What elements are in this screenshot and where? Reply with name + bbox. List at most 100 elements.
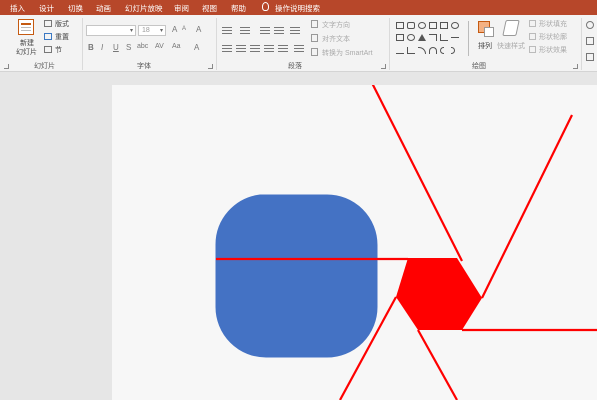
drawing-launcher-icon[interactable] bbox=[573, 64, 578, 69]
reset-icon bbox=[44, 33, 52, 40]
select-icon[interactable] bbox=[586, 53, 594, 61]
circle-shape-icon[interactable] bbox=[451, 22, 459, 29]
layout-button[interactable]: 版式 bbox=[55, 19, 69, 29]
tab-help[interactable]: 帮助 bbox=[231, 3, 246, 14]
paragraph-group-label: 段落 bbox=[288, 63, 302, 70]
rect2-shape-icon[interactable] bbox=[440, 22, 448, 29]
ellipse-shape-icon[interactable] bbox=[407, 34, 415, 41]
justify-icon[interactable] bbox=[264, 45, 274, 53]
align-right-icon[interactable] bbox=[250, 45, 260, 53]
connector-icon[interactable] bbox=[440, 34, 448, 41]
underline-button[interactable]: U bbox=[113, 43, 119, 52]
align-center-icon[interactable] bbox=[236, 45, 246, 53]
rounded-rectangle-shape[interactable] bbox=[215, 194, 378, 358]
textbox-shape-icon[interactable] bbox=[396, 22, 404, 29]
slides-launcher-icon[interactable] bbox=[4, 64, 9, 69]
section-icon bbox=[44, 46, 52, 53]
strikethrough-button[interactable]: S bbox=[126, 43, 131, 52]
arrow2-shape-icon[interactable] bbox=[407, 47, 415, 54]
rounded-rect-shape-icon[interactable] bbox=[407, 22, 415, 29]
red-line[interactable] bbox=[370, 85, 463, 262]
shape-effects-button[interactable]: 形状效果 bbox=[539, 45, 567, 55]
chevron-down-icon: ▾ bbox=[159, 28, 163, 34]
group-separator bbox=[389, 18, 390, 70]
brace2-shape-icon[interactable] bbox=[451, 47, 455, 54]
tab-insert[interactable]: 插入 bbox=[10, 3, 25, 14]
drawing-group-label: 绘图 bbox=[472, 63, 486, 70]
shape-outline-button[interactable]: 形状轮廓 bbox=[539, 32, 567, 42]
tab-animations[interactable]: 动画 bbox=[96, 3, 111, 14]
text-direction-button[interactable]: 文字方向 bbox=[322, 20, 350, 30]
find-icon[interactable] bbox=[586, 21, 594, 29]
quick-styles-button[interactable]: 快速样式 bbox=[497, 41, 525, 51]
bold-button[interactable]: B bbox=[88, 43, 94, 52]
line-shape-icon[interactable] bbox=[451, 37, 459, 38]
slide[interactable] bbox=[112, 85, 597, 400]
reset-button[interactable]: 重置 bbox=[55, 32, 69, 42]
brace-shape-icon[interactable] bbox=[440, 47, 444, 54]
distributed-icon[interactable] bbox=[278, 45, 288, 53]
curve-shape-icon[interactable] bbox=[429, 47, 437, 54]
decrease-indent-icon[interactable] bbox=[260, 27, 270, 35]
align-text-icon bbox=[311, 34, 318, 42]
effects-icon bbox=[529, 46, 536, 53]
clear-format-button[interactable]: A bbox=[196, 25, 201, 34]
font-name-combo[interactable]: ▾ bbox=[86, 25, 136, 36]
italic-button[interactable]: I bbox=[101, 43, 103, 52]
font-launcher-icon[interactable] bbox=[208, 64, 213, 69]
editing-canvas bbox=[0, 73, 597, 400]
pencil-icon bbox=[529, 33, 536, 40]
char-spacing-button[interactable]: AV bbox=[155, 43, 164, 50]
line-spacing-icon[interactable] bbox=[290, 27, 300, 35]
arrow-shape-icon[interactable] bbox=[396, 47, 404, 54]
smartart-icon bbox=[311, 48, 318, 56]
group-separator bbox=[82, 18, 83, 70]
arc-shape-icon[interactable] bbox=[418, 47, 426, 54]
change-case-button[interactable]: Aa bbox=[172, 43, 181, 50]
shapes-gallery[interactable] bbox=[394, 20, 466, 60]
gallery-scroll[interactable] bbox=[468, 21, 473, 56]
arrange-button[interactable]: 排列 bbox=[478, 41, 492, 51]
elbow-connector-icon[interactable] bbox=[429, 34, 437, 41]
tab-view[interactable]: 视图 bbox=[202, 3, 217, 14]
red-line[interactable] bbox=[481, 114, 573, 299]
replace-icon[interactable] bbox=[586, 37, 594, 45]
bullets-icon[interactable] bbox=[222, 27, 232, 35]
font-color-button[interactable]: A bbox=[194, 43, 199, 52]
paint-bucket-icon bbox=[529, 20, 536, 27]
columns-icon[interactable] bbox=[294, 45, 304, 53]
align-text-button[interactable]: 对齐文本 bbox=[322, 34, 350, 44]
grow-font-button[interactable]: A bbox=[172, 25, 177, 34]
new-slide-icon[interactable] bbox=[18, 19, 34, 35]
new-slide-label-2[interactable]: 幻灯片 bbox=[16, 47, 37, 57]
rect-shape-icon[interactable] bbox=[429, 22, 437, 29]
triangle-shape-icon[interactable] bbox=[418, 34, 426, 41]
tab-review[interactable]: 审阅 bbox=[174, 3, 189, 14]
red-line[interactable] bbox=[417, 329, 458, 400]
align-left-icon[interactable] bbox=[222, 45, 232, 53]
group-separator bbox=[581, 18, 582, 70]
tab-slideshow[interactable]: 幻灯片放映 bbox=[125, 3, 163, 14]
section-button[interactable]: 节 bbox=[55, 45, 62, 55]
numbering-icon[interactable] bbox=[240, 27, 250, 35]
text-direction-icon bbox=[311, 20, 318, 28]
layout-icon bbox=[44, 20, 52, 27]
slide-drawing bbox=[215, 85, 597, 400]
ribbon: 新建 幻灯片 版式 重置 节 幻灯片 ▾ 18 ▾ A A A B I U S … bbox=[0, 15, 597, 72]
oval-shape-icon[interactable] bbox=[418, 22, 426, 29]
increase-indent-icon[interactable] bbox=[274, 27, 284, 35]
font-size-value: 18 bbox=[142, 27, 150, 34]
paragraph-launcher-icon[interactable] bbox=[381, 64, 386, 69]
tell-me-search[interactable]: 操作说明搜索 bbox=[275, 3, 320, 14]
shrink-font-button[interactable]: A bbox=[182, 26, 186, 32]
square-shape-icon[interactable] bbox=[396, 34, 404, 41]
hexagon-shape[interactable] bbox=[396, 258, 482, 330]
font-group-label: 字体 bbox=[137, 63, 151, 70]
tab-transitions[interactable]: 切换 bbox=[68, 3, 83, 14]
quick-styles-icon bbox=[502, 20, 520, 36]
shadow-button[interactable]: abc bbox=[137, 43, 148, 50]
shape-fill-button[interactable]: 形状填充 bbox=[539, 19, 567, 29]
tab-design[interactable]: 设计 bbox=[39, 3, 54, 14]
font-size-combo[interactable]: 18 ▾ bbox=[138, 25, 166, 36]
convert-smartart-button[interactable]: 转换为 SmartArt bbox=[322, 48, 373, 58]
